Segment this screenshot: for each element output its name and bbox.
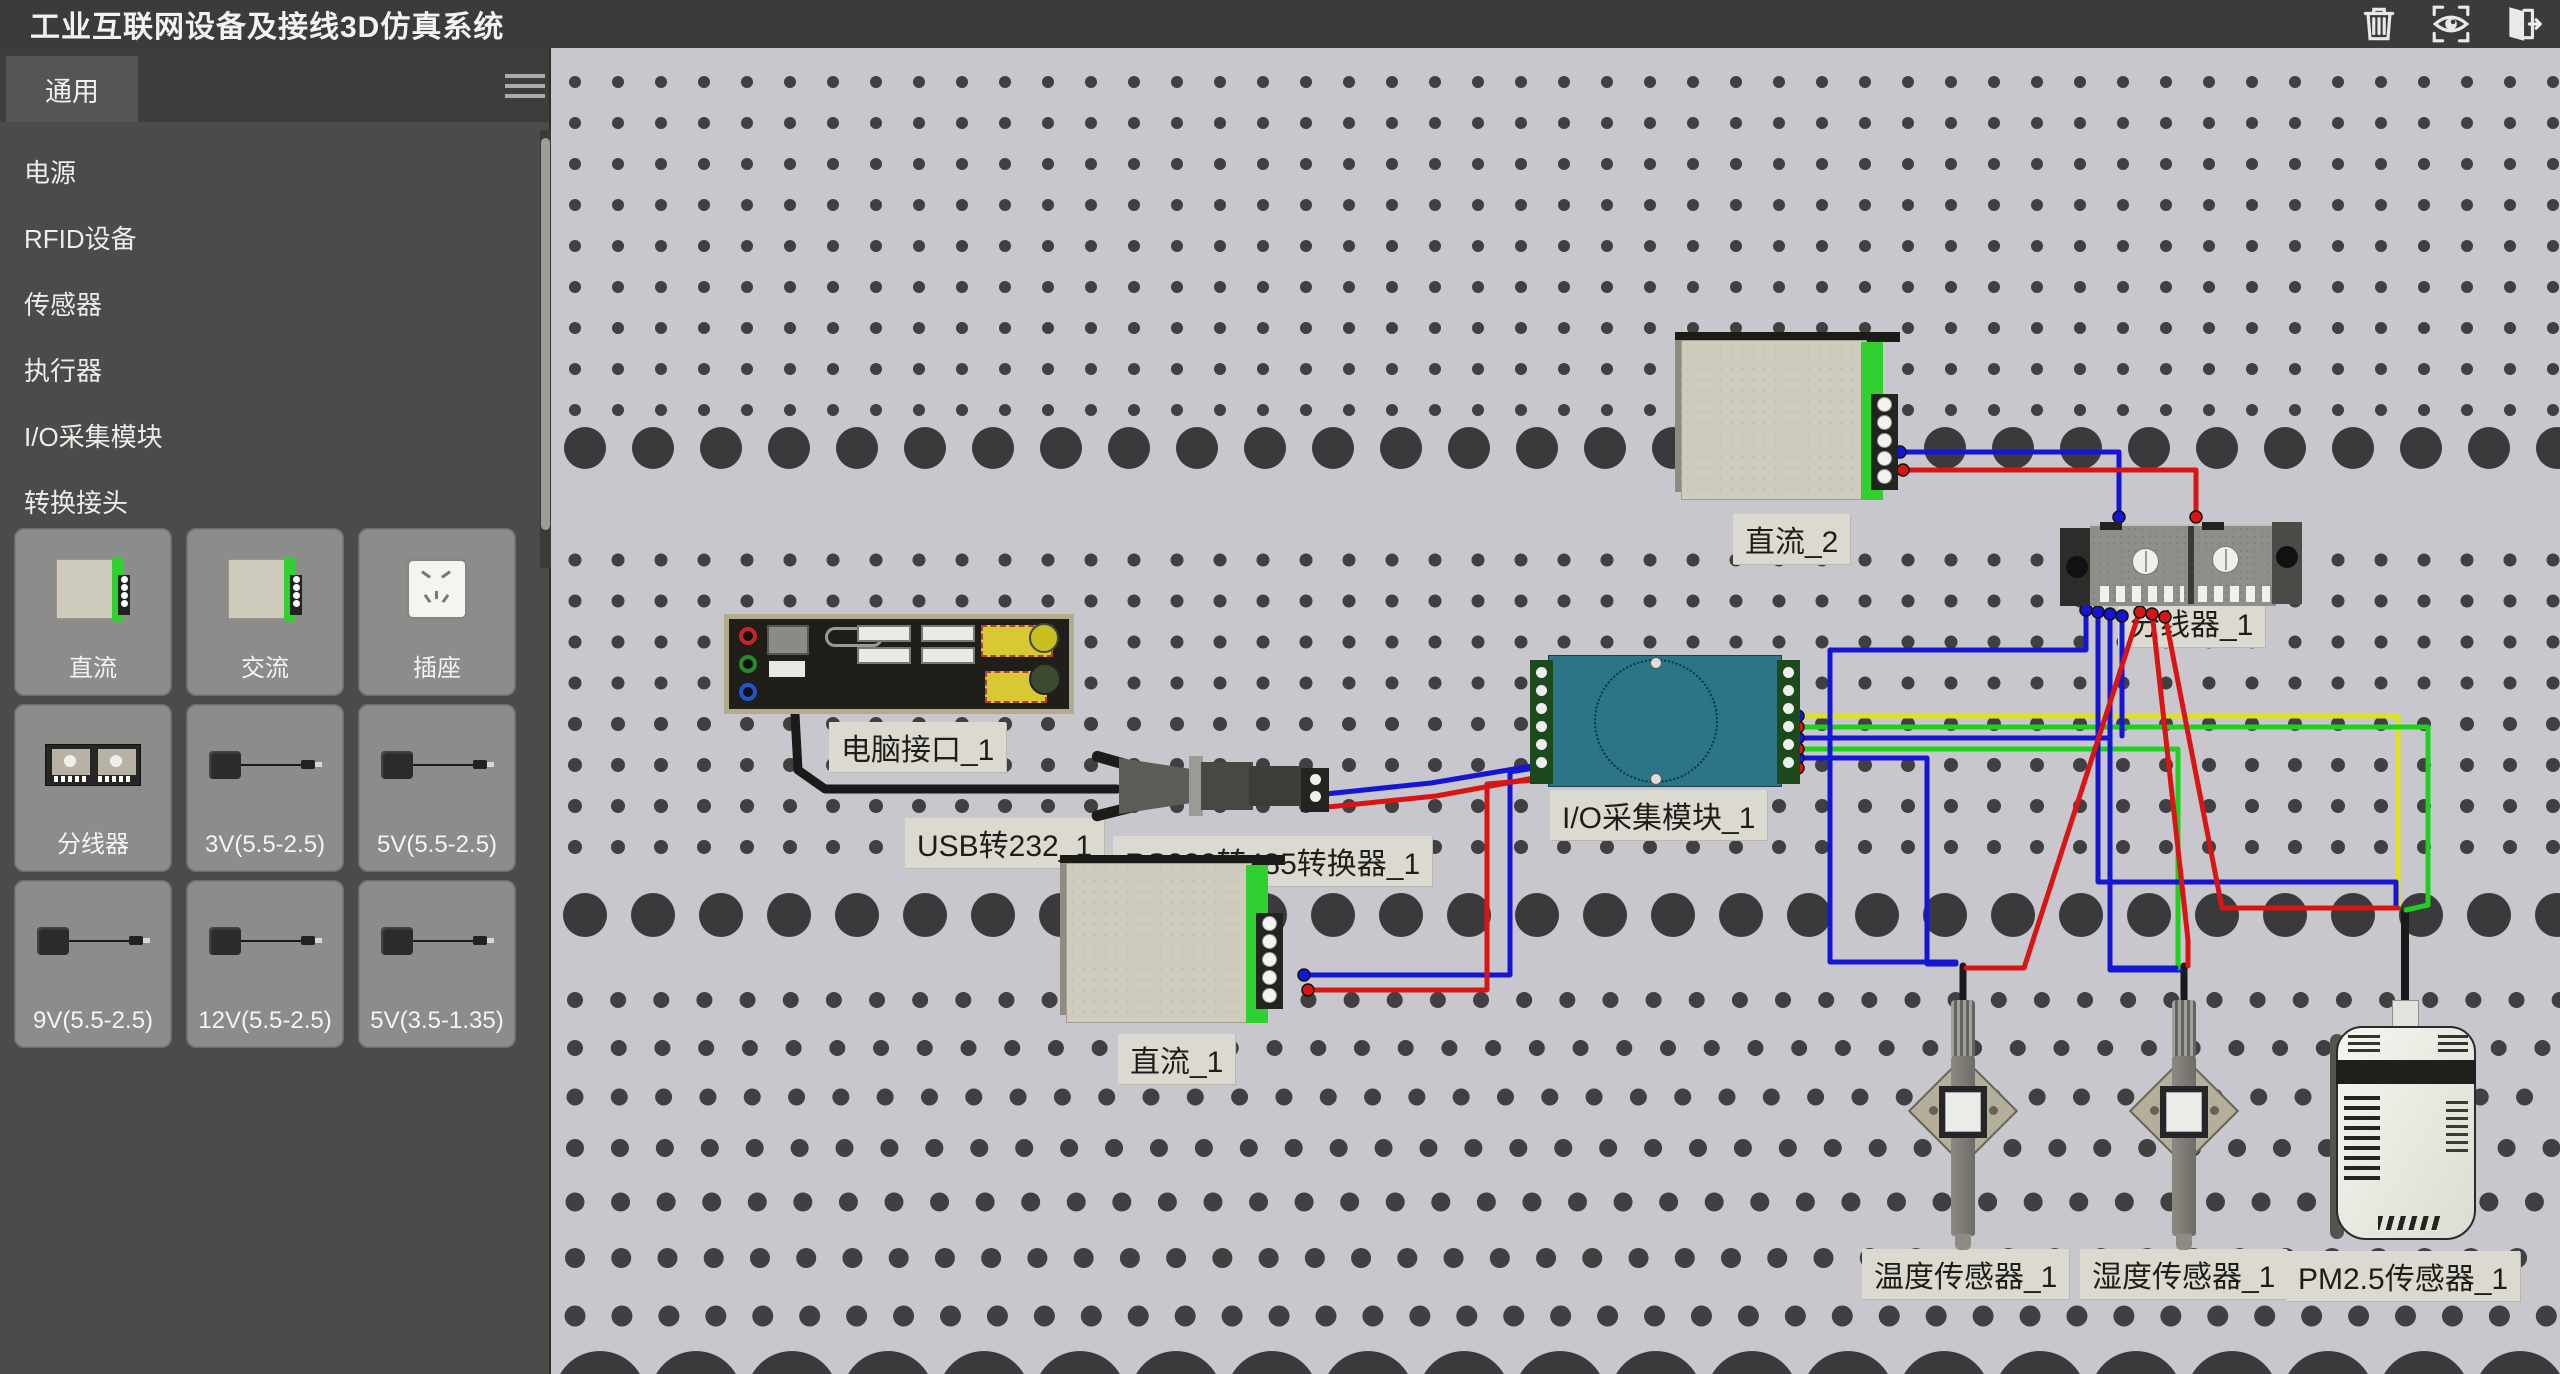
device-card-5[interactable]: 5V(5.5-2.5): [358, 704, 516, 872]
scrollbar-thumb[interactable]: [541, 138, 550, 530]
exit-icon[interactable]: [2500, 2, 2546, 46]
toolbar: [2356, 2, 2546, 46]
device-io-module[interactable]: [1530, 655, 1800, 790]
card-label: 直流: [15, 648, 171, 683]
psu-thumbnail: [187, 543, 343, 635]
device-card-8[interactable]: 5V(3.5-1.35): [358, 880, 516, 1048]
psu-thumbnail: [15, 543, 171, 635]
device-card-6[interactable]: 9V(5.5-2.5): [14, 880, 172, 1048]
menu-icon[interactable]: [505, 74, 545, 100]
adapter-thumbnail: [187, 719, 343, 811]
device-humidity-sensor[interactable]: [2124, 1000, 2244, 1250]
sidebar-scrollbar[interactable]: [540, 130, 551, 568]
device-pc-interface[interactable]: [724, 614, 1074, 714]
device-dc-power-1[interactable]: [1060, 855, 1285, 1033]
device-card-3[interactable]: 分线器: [14, 704, 172, 872]
device-card-grid: 直流交流插座分线器 3V(5.5-2.5) 5V(5.5-2.5) 9V(5.5-2.…: [14, 528, 516, 1048]
view-focus-icon[interactable]: [2428, 2, 2474, 46]
device-rs232-485-converter[interactable]: [1091, 748, 1331, 826]
adapter-thumbnail: [359, 895, 515, 987]
adapter-thumbnail: [359, 719, 515, 811]
sidebar-item-3[interactable]: 执行器: [0, 338, 536, 404]
card-label: 5V(5.5-2.5): [359, 831, 515, 859]
device-pm25-sensor[interactable]: [2330, 1000, 2480, 1255]
device-dc-power-2[interactable]: [1675, 332, 1900, 510]
sidebar-item-0[interactable]: 电源: [0, 140, 536, 206]
tab-general[interactable]: 通用: [6, 56, 138, 122]
adapter-thumbnail: [15, 895, 171, 987]
device-card-1[interactable]: 交流: [186, 528, 344, 696]
adapter-thumbnail: [187, 895, 343, 987]
device-card-4[interactable]: 3V(5.5-2.5): [186, 704, 344, 872]
workspace-canvas[interactable]: 直流_2电脑接口_1USB转232_1RS232转485转换器_1I/O采集模块…: [551, 48, 2560, 1374]
device-card-2[interactable]: 插座: [358, 528, 516, 696]
device-splitter[interactable]: [2060, 522, 2302, 610]
category-menu: 电源RFID设备传感器执行器I/O采集模块转换接头: [0, 140, 536, 536]
device-card-0[interactable]: 直流: [14, 528, 172, 696]
delete-icon[interactable]: [2356, 2, 2402, 46]
sidebar-item-2[interactable]: 传感器: [0, 272, 536, 338]
device-card-7[interactable]: 12V(5.5-2.5): [186, 880, 344, 1048]
card-label: 插座: [359, 648, 515, 683]
sidebar-tab-row: 通用: [0, 48, 549, 122]
card-label: 交流: [187, 648, 343, 683]
card-label: 5V(3.5-1.35): [359, 1007, 515, 1035]
card-label: 9V(5.5-2.5): [15, 1007, 171, 1035]
sidebar-item-1[interactable]: RFID设备: [0, 206, 536, 272]
card-label: 12V(5.5-2.5): [187, 1007, 343, 1035]
sidebar-item-4[interactable]: I/O采集模块: [0, 404, 536, 470]
card-label: 分线器: [15, 824, 171, 859]
socket-thumbnail: [359, 543, 515, 635]
card-label: 3V(5.5-2.5): [187, 831, 343, 859]
device-temperature-sensor[interactable]: [1903, 1000, 2023, 1250]
title-bar: 工业互联网设备及接线3D仿真系统: [0, 0, 2560, 48]
app-title: 工业互联网设备及接线3D仿真系统: [30, 2, 504, 46]
splitter-thumbnail: [15, 719, 171, 811]
sidebar-item-5[interactable]: 转换接头: [0, 470, 536, 536]
sidebar: 通用 电源RFID设备传感器执行器I/O采集模块转换接头 直流交流插座分线器 3V…: [0, 48, 551, 1374]
